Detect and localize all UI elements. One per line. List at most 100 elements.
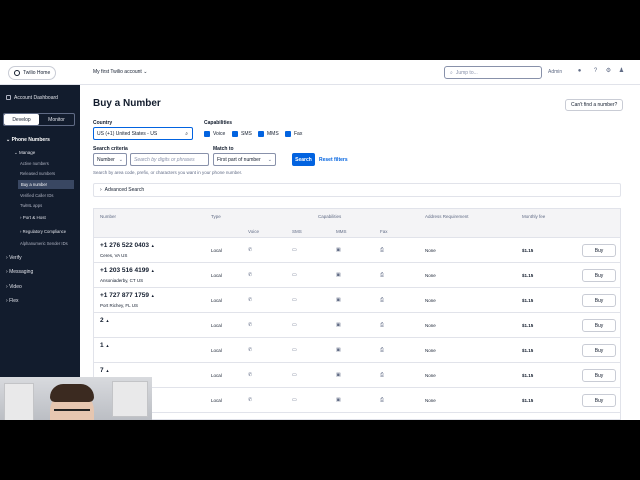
country-label: Country — [93, 120, 113, 126]
capability-sms-checkbox[interactable]: SMS — [232, 131, 252, 137]
search-number-input[interactable]: Search by digits or phrases — [130, 153, 209, 166]
chevron-right-icon: › — [100, 187, 102, 193]
number-location: Ansoniaderby, CT US — [100, 278, 144, 283]
search-criteria-select[interactable]: Number ⌄ — [93, 153, 127, 166]
voice-icon: ✆ — [248, 247, 253, 253]
header-number: Number — [100, 214, 117, 219]
notification-icon[interactable]: ● — [576, 68, 583, 75]
search-button[interactable]: Search — [292, 153, 315, 166]
background-shelf — [4, 383, 34, 420]
sidebar-item-active-numbers[interactable]: Active numbers — [20, 161, 49, 166]
badge-icon: ▲ — [105, 318, 110, 323]
buy-button[interactable]: Buy — [582, 319, 616, 332]
sidebar-item-flex[interactable]: › Flex — [0, 298, 80, 304]
sms-icon: ▭ — [292, 247, 297, 253]
buy-button[interactable]: Buy — [582, 394, 616, 407]
person-hair — [50, 384, 94, 402]
account-name: My first Twilio account — [93, 69, 142, 75]
number-type: Local — [211, 398, 222, 403]
badge-icon: ▲ — [150, 243, 155, 248]
reset-filters-link[interactable]: Reset filters — [319, 157, 348, 163]
monthly-fee: $1.15 — [522, 298, 534, 303]
sidebar-item-twiml-apps[interactable]: TwiML apps — [20, 203, 42, 208]
badge-icon: ▲ — [150, 268, 155, 273]
account-switcher[interactable]: My first Twilio account ⌄ — [93, 69, 147, 75]
sidebar-item-buy-a-number[interactable]: Buy a number — [18, 180, 74, 189]
buy-button[interactable]: Buy — [582, 244, 616, 257]
search-icon: ⌕ — [450, 69, 453, 76]
main-content: Buy a Number Can't find a number? Countr… — [80, 85, 640, 420]
address-requirement: None — [425, 298, 436, 303]
admin-menu[interactable]: Admin — [548, 69, 562, 75]
voice-icon: ✆ — [248, 297, 253, 303]
fax-icon: ⎙ — [380, 372, 385, 378]
table-row: +1 203 516 4199 ▲ Ansoniaderby, CT US Loca… — [94, 263, 620, 288]
table-row: 2 ▲ Local ✆ ▭ ▣ ⎙ None $1.15 Buy — [94, 313, 620, 338]
phone-number: 1 ▲ — [100, 342, 110, 349]
tab-monitor[interactable]: Monitor — [39, 114, 74, 125]
monthly-fee: $1.15 — [522, 323, 534, 328]
sidebar-item-account-dashboard[interactable]: Account Dashboard — [0, 95, 80, 101]
monthly-fee: $1.15 — [522, 348, 534, 353]
voice-icon: ✆ — [248, 272, 253, 278]
sms-icon: ▭ — [292, 372, 297, 378]
address-requirement: None — [425, 398, 436, 403]
buy-button[interactable]: Buy — [582, 269, 616, 282]
buy-button[interactable]: Buy — [582, 344, 616, 357]
number-type: Local — [211, 298, 222, 303]
mms-icon: ▣ — [336, 397, 341, 403]
checkbox-checked-icon — [258, 131, 264, 137]
user-icon[interactable]: ♟ — [618, 68, 625, 75]
subheader-voice: Voice — [248, 229, 260, 234]
country-select[interactable]: US (+1) United States - US ⌕ — [93, 127, 193, 140]
tab-develop[interactable]: Develop — [4, 114, 39, 125]
fax-icon: ⎙ — [380, 322, 385, 328]
sidebar-item-verified-caller-ids[interactable]: Verified Caller IDs — [20, 193, 54, 198]
badge-icon: ▲ — [105, 368, 110, 373]
jump-to-input[interactable]: ⌕ Jump to... — [444, 66, 542, 79]
voice-icon: ✆ — [248, 397, 253, 403]
buy-button[interactable]: Buy — [582, 294, 616, 307]
monthly-fee: $1.15 — [522, 273, 534, 278]
twilio-home-button[interactable]: Twilio Home — [8, 66, 57, 80]
search-criteria-label: Search criteria — [93, 146, 128, 152]
address-requirement: None — [425, 323, 436, 328]
chevron-down-icon: ⌄ — [143, 69, 148, 75]
sms-icon: ▭ — [292, 297, 297, 303]
checkbox-checked-icon — [232, 131, 238, 137]
search-hint: Search by area code, prefix, or characte… — [93, 170, 243, 175]
sidebar-item-released-numbers[interactable]: Released numbers — [20, 171, 55, 176]
sidebar-item-messaging[interactable]: › Messaging — [0, 269, 80, 275]
sms-icon: ▭ — [292, 397, 297, 403]
background-shelf — [112, 381, 148, 417]
cant-find-number-button[interactable]: Can't find a number? — [565, 99, 624, 111]
phone-number: 2 ▲ — [100, 317, 110, 324]
sidebar-item-verify[interactable]: › Verify — [0, 255, 80, 261]
capability-mms-checkbox[interactable]: MMS — [258, 131, 279, 137]
table-row: 7 ▲ Local ✆ ▭ ▣ ⎙ None $1.15 Buy — [94, 363, 620, 388]
twilio-logo-icon — [14, 70, 20, 76]
sms-icon: ▭ — [292, 347, 297, 353]
capability-fax-checkbox[interactable]: Fax — [285, 131, 302, 137]
header-address: Address Requirement — [425, 214, 469, 219]
subheader-fax: Fax — [380, 229, 388, 234]
help-icon[interactable]: ? — [592, 68, 599, 75]
capabilities-label: Capabilities — [204, 120, 233, 126]
dashboard-icon — [6, 95, 11, 101]
advanced-search-toggle[interactable]: › Advanced Search — [93, 183, 621, 197]
capability-voice-checkbox[interactable]: Voice — [204, 131, 225, 137]
sidebar-item-video[interactable]: › Video — [0, 284, 80, 290]
table-row: 1 ▲ Local ✆ ▭ ▣ ⎙ None $1.15 Buy — [94, 338, 620, 363]
header-monthly-fee: Monthly fee — [522, 214, 546, 219]
country-value: US (+1) United States - US — [97, 130, 158, 137]
jump-to-placeholder: Jump to... — [455, 69, 478, 76]
match-to-select[interactable]: First part of number ⌄ — [213, 153, 276, 166]
sidebar-item-phone-numbers[interactable]: ⌄ Phone Numbers — [0, 137, 80, 143]
sidebar-item-manage[interactable]: ⌄ Manage — [8, 150, 88, 156]
settings-icon[interactable]: ⚙ — [605, 68, 612, 75]
table-row: +1 276 522 0403 ▲ Ceres, VA US Local ✆ ▭ ▣ ⎙ No… — [94, 238, 620, 263]
buy-button[interactable]: Buy — [582, 369, 616, 382]
header-type: Type — [211, 214, 221, 219]
header-capabilities: Capabilities — [318, 214, 342, 219]
checkbox-checked-icon — [285, 131, 291, 137]
